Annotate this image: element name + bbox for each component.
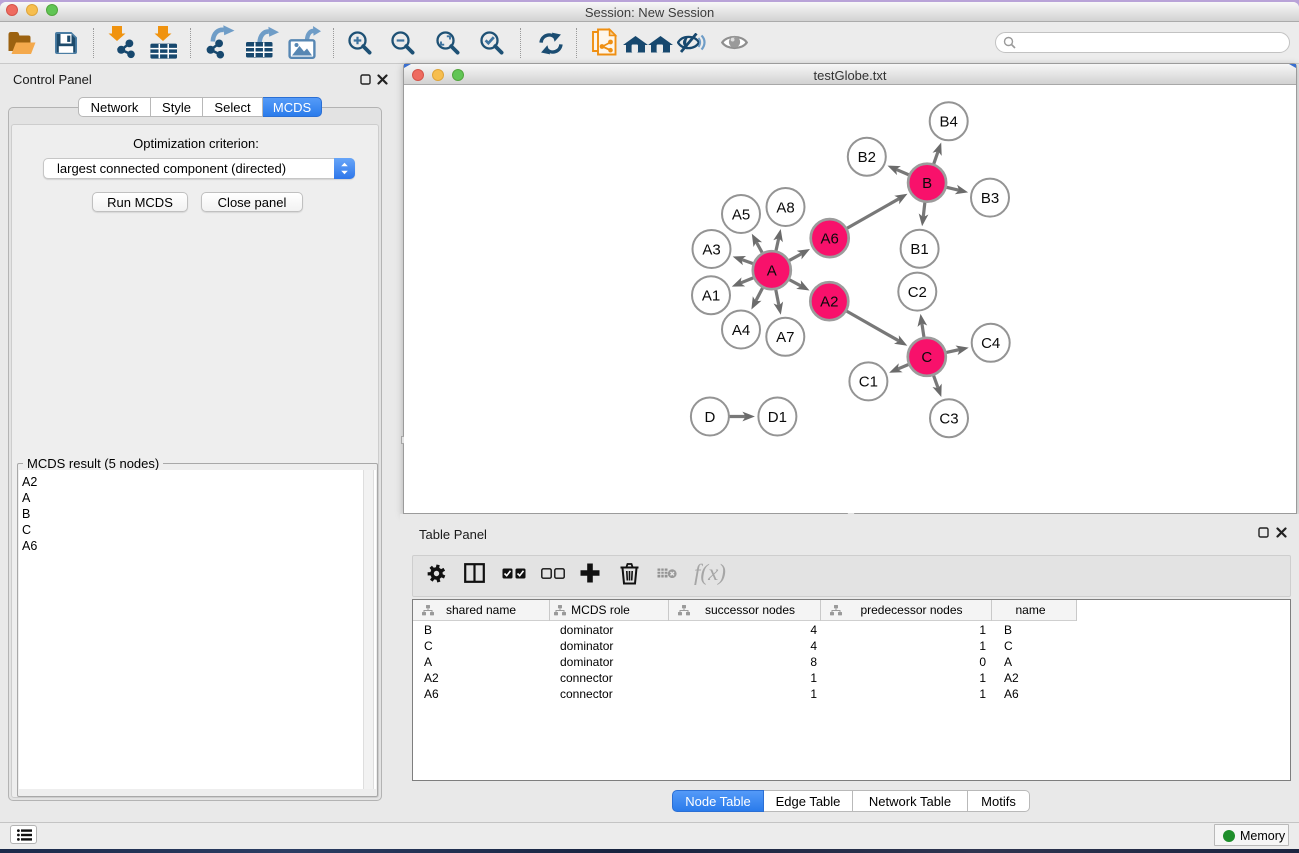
svg-text:A8: A8 (776, 199, 794, 216)
svg-text:A1: A1 (702, 287, 720, 304)
svg-text:C3: C3 (939, 410, 958, 427)
svg-text:C2: C2 (908, 283, 927, 300)
svg-text:B2: B2 (858, 149, 876, 166)
svg-text:A7: A7 (776, 329, 794, 346)
svg-text:B3: B3 (981, 189, 999, 206)
svg-text:D: D (704, 408, 715, 425)
svg-text:B4: B4 (940, 113, 958, 130)
svg-text:C: C (921, 349, 932, 366)
svg-text:C4: C4 (981, 335, 1000, 352)
svg-text:B: B (922, 175, 932, 192)
svg-text:A: A (767, 262, 777, 279)
svg-text:A2: A2 (820, 293, 838, 310)
svg-text:D1: D1 (768, 408, 787, 425)
svg-text:A4: A4 (732, 321, 750, 338)
svg-text:B1: B1 (910, 241, 928, 258)
svg-text:A5: A5 (732, 206, 750, 223)
svg-text:A3: A3 (702, 241, 720, 258)
svg-text:A6: A6 (821, 230, 839, 247)
svg-text:C1: C1 (859, 373, 878, 390)
